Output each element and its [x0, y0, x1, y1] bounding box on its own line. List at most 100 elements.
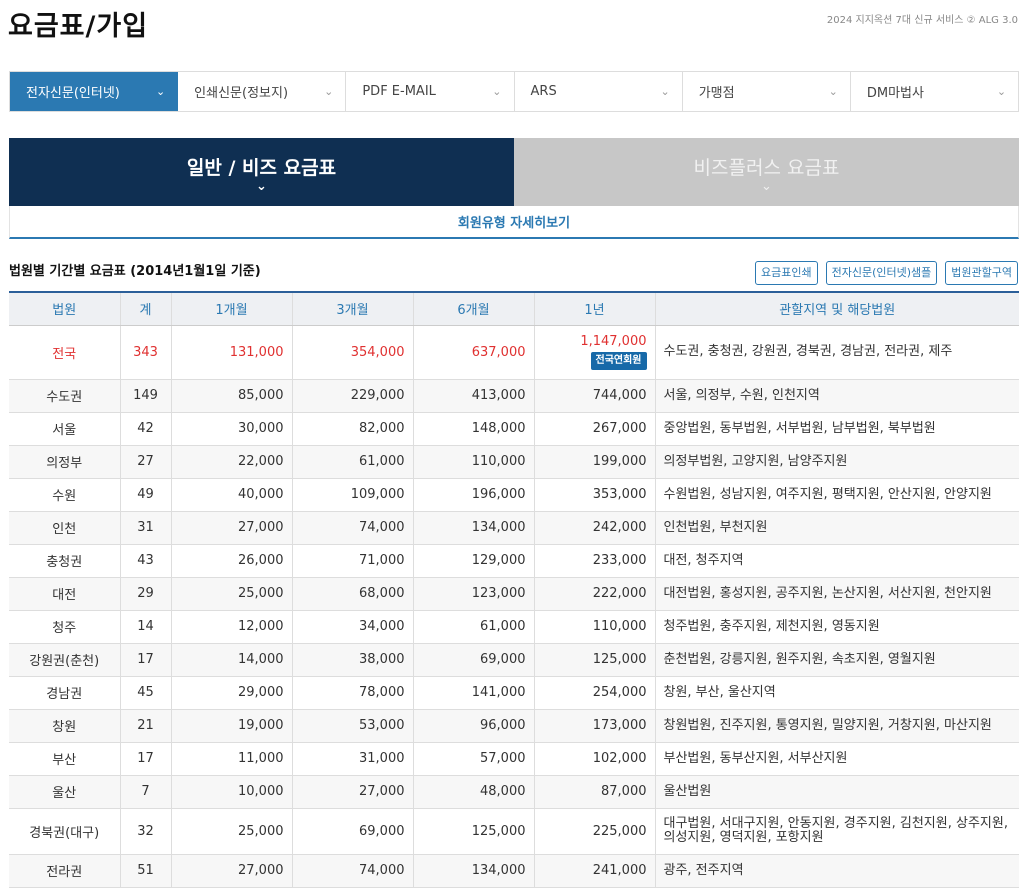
- cell-1-month: 40,000: [171, 478, 293, 512]
- tab-electronic-newspaper[interactable]: 전자신문(인터넷) ⌄: [10, 72, 179, 111]
- tab-print-newspaper[interactable]: 인쇄신문(정보지) ⌄: [178, 72, 347, 111]
- cell-6-month: 134,000: [413, 511, 535, 545]
- plan-tab-label: 일반 / 비즈 요금표: [186, 156, 337, 179]
- cell-3-month: 74,000: [292, 511, 414, 545]
- cell-court: 강원권(춘천): [9, 643, 121, 677]
- cell-1-month: 131,000: [171, 325, 293, 380]
- table-row: 부산 17 11,000 31,000 57,000 102,000 부산법원, 동부산지원…: [9, 742, 1019, 776]
- table-row: 인천 31 27,000 74,000 134,000 242,000 인천법원, 부천지원: [9, 511, 1019, 545]
- tab-pdf-email[interactable]: PDF E-MAIL ⌄: [346, 72, 515, 111]
- cell-area: 대전법원, 홍성지원, 공주지원, 논산지원, 서산지원, 천안지원: [655, 577, 1019, 611]
- cell-court: 수도권: [9, 379, 121, 413]
- table-row: 의정부 27 22,000 61,000 110,000 199,000 의정부법원, 고양…: [9, 445, 1019, 479]
- tab-label: PDF E-MAIL: [362, 84, 436, 99]
- cell-1-year: 110,000: [534, 610, 656, 644]
- member-type-detail-link[interactable]: 회원유형 자세히보기: [458, 212, 570, 231]
- cell-6-month: 110,000: [413, 445, 535, 479]
- cell-3-month: 69,000: [292, 808, 414, 855]
- print-rates-button[interactable]: 요금표인쇄: [754, 261, 818, 285]
- cell-1-year: 254,000: [534, 676, 656, 710]
- cell-count: 343: [120, 325, 172, 380]
- table-row: 경남권 45 29,000 78,000 141,000 254,000 창원, 부산, 울…: [9, 676, 1019, 710]
- plan-tabs: 일반 / 비즈 요금표 ⌄ 비즈플러스 요금표 ⌄: [9, 138, 1019, 206]
- cell-6-month: 196,000: [413, 478, 535, 512]
- table-row: 충청권 43 26,000 71,000 129,000 233,000 대전, 청주지역: [9, 544, 1019, 578]
- cell-court: 전국: [9, 325, 121, 380]
- table-row: 전라권 51 27,000 74,000 134,000 241,000 광주, 전주지역: [9, 854, 1019, 888]
- plan-tab-label: 비즈플러스 요금표: [693, 156, 840, 179]
- cell-3-month: 53,000: [292, 709, 414, 743]
- chevron-down-icon: ⌄: [256, 178, 267, 194]
- cell-3-month: 78,000: [292, 676, 414, 710]
- year-price: 1,147,000: [580, 334, 647, 349]
- cell-1-month: 29,000: [171, 676, 293, 710]
- chevron-down-icon: ⌄: [492, 85, 502, 98]
- cell-1-month: 11,000: [171, 742, 293, 776]
- cell-1-month: 27,000: [171, 854, 293, 888]
- cell-3-month: 31,000: [292, 742, 414, 776]
- cell-1-month: 19,000: [171, 709, 293, 743]
- table-row: 서울 42 30,000 82,000 148,000 267,000 중앙법원, 동부법원…: [9, 412, 1019, 446]
- cell-6-month: 96,000: [413, 709, 535, 743]
- national-member-badge: 전국연회원: [590, 352, 647, 370]
- cell-1-year: 199,000: [534, 445, 656, 479]
- cell-count: 17: [120, 643, 172, 677]
- tab-label: 전자신문(인터넷): [26, 86, 120, 101]
- cell-3-month: 27,000: [292, 775, 414, 809]
- cell-3-month: 109,000: [292, 478, 414, 512]
- tab-franchise[interactable]: 가맹점 ⌄: [682, 72, 851, 111]
- cell-area: 인천법원, 부천지원: [655, 511, 1019, 545]
- cell-6-month: 48,000: [413, 775, 535, 809]
- cell-1-month: 14,000: [171, 643, 293, 677]
- tab-bizplus-plan[interactable]: 비즈플러스 요금표 ⌄: [514, 138, 1019, 206]
- cell-3-month: 61,000: [292, 445, 414, 479]
- tab-dm-wizard[interactable]: DM마법사 ⌄: [850, 72, 1019, 111]
- cell-area: 대전, 청주지역: [655, 544, 1019, 578]
- sample-button[interactable]: 전자신문(인터넷)샘플: [825, 261, 938, 285]
- year-price-wrap: 1,147,000 전국연회원: [543, 334, 647, 370]
- chevron-down-icon: ⌄: [155, 85, 166, 98]
- cell-area: 청주법원, 충주지원, 제천지원, 영동지원: [655, 610, 1019, 644]
- cell-count: 31: [120, 511, 172, 545]
- cell-3-month: 71,000: [292, 544, 414, 578]
- chevron-down-icon: ⌄: [996, 85, 1007, 98]
- tab-label: DM마법사: [866, 86, 924, 101]
- service-tabbar: 전자신문(인터넷) ⌄ 인쇄신문(정보지) ⌄ PDF E-MAIL ⌄ ARS…: [9, 71, 1019, 112]
- cell-1-year: 241,000: [534, 854, 656, 888]
- cell-count: 27: [120, 445, 172, 479]
- cell-area: 부산법원, 동부산지원, 서부산지원: [655, 742, 1019, 776]
- cell-1-year: 267,000: [534, 412, 656, 446]
- cell-3-month: 38,000: [292, 643, 414, 677]
- jurisdiction-button[interactable]: 법원관할구역: [945, 261, 1018, 285]
- cell-court: 대전: [9, 577, 121, 611]
- cell-court: 서울: [9, 412, 121, 446]
- table-action-buttons: 요금표인쇄 전자신문(인터넷)샘플 법원관할구역: [754, 261, 1018, 285]
- tab-general-biz-plan[interactable]: 일반 / 비즈 요금표 ⌄: [9, 138, 514, 206]
- cell-area: 대구법원, 서대구지원, 안동지원, 경주지원, 김천지원, 상주지원, 의성지…: [655, 808, 1019, 855]
- cell-6-month: 413,000: [413, 379, 535, 413]
- cell-1-year: 222,000: [534, 577, 656, 611]
- cell-6-month: 129,000: [413, 544, 535, 578]
- cell-3-month: 68,000: [292, 577, 414, 611]
- cell-1-year: 225,000: [534, 808, 656, 855]
- tab-ars[interactable]: ARS ⌄: [514, 72, 683, 111]
- cell-1-month: 12,000: [171, 610, 293, 644]
- cell-count: 21: [120, 709, 172, 743]
- cell-3-month: 74,000: [292, 854, 414, 888]
- cell-1-year: 242,000: [534, 511, 656, 545]
- cell-count: 49: [120, 478, 172, 512]
- top-notice[interactable]: 2024 지지옥션 7대 신규 서비스 ② ALG 3.0: [827, 11, 1018, 26]
- cell-1-year: 102,000: [534, 742, 656, 776]
- cell-1-year: 353,000: [534, 478, 656, 512]
- header-3-month: 3개월: [292, 291, 414, 326]
- cell-area: 수도권, 충청권, 강원권, 경북권, 경남권, 전라권, 제주: [655, 325, 1019, 380]
- cell-area: 울산법원: [655, 775, 1019, 809]
- cell-3-month: 34,000: [292, 610, 414, 644]
- chevron-down-icon: ⌄: [828, 85, 838, 98]
- cell-3-month: 82,000: [292, 412, 414, 446]
- cell-1-month: 25,000: [171, 808, 293, 855]
- cell-count: 43: [120, 544, 172, 578]
- header-area: 관할지역 및 해당법원: [655, 291, 1019, 326]
- cell-6-month: 148,000: [413, 412, 535, 446]
- cell-count: 45: [120, 676, 172, 710]
